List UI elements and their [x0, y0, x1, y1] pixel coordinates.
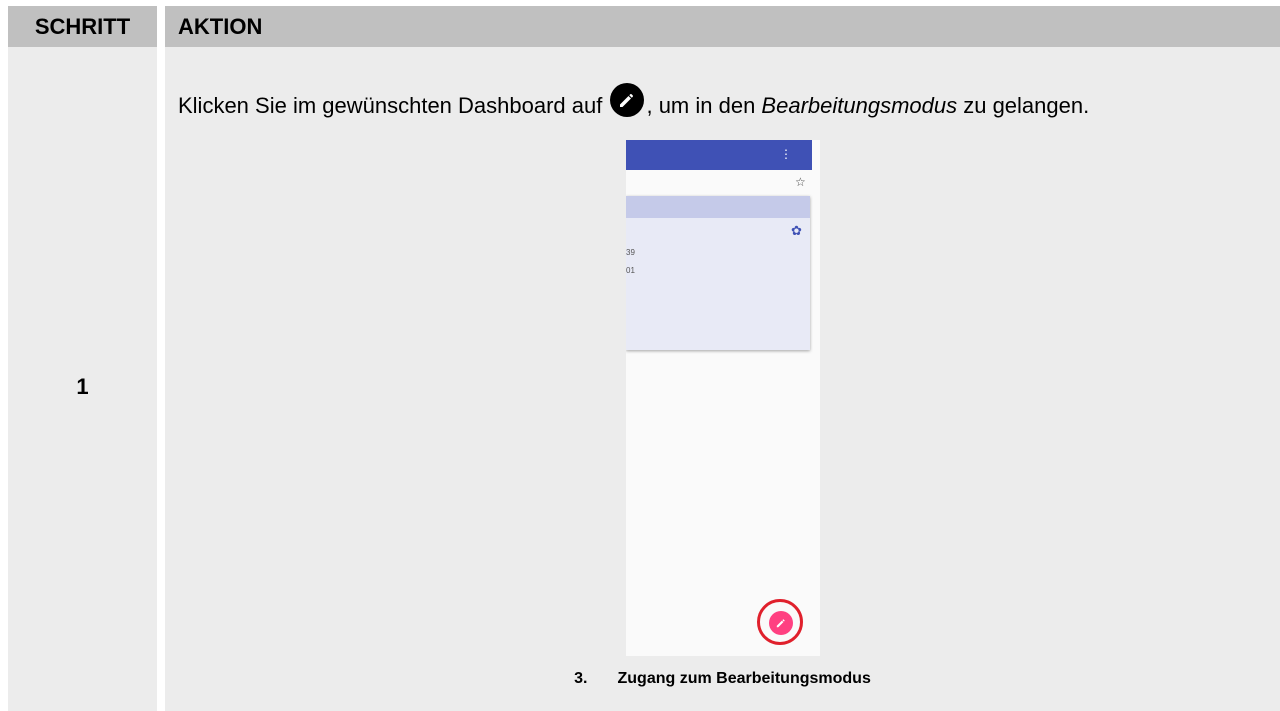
instruction-middle: , um in den — [646, 93, 762, 118]
more-menu-icon: ⋮ — [780, 147, 792, 161]
instruction-text: Klicken Sie im gewünschten Dashboard auf… — [178, 83, 1268, 119]
card-value: 39 — [626, 248, 635, 257]
caption-text: Zugang zum Bearbeitungsmodus — [617, 670, 871, 687]
figure-caption: 3. Zugang zum Bearbeitungsmodus — [165, 670, 1280, 688]
app-bar: ⋮ — [626, 140, 812, 170]
card-value: 01 — [626, 266, 635, 275]
column-divider — [157, 6, 165, 47]
gear-icon: ✿ — [791, 223, 802, 238]
step-cell: 1 — [8, 47, 157, 711]
caption-number: 3. — [574, 670, 588, 687]
instruction-after: zu gelangen. — [957, 93, 1090, 118]
action-cell: Klicken Sie im gewünschten Dashboard auf… — [165, 47, 1280, 711]
header-action: AKTION — [165, 6, 1280, 47]
dashboard-card: ✿ 39 01 — [626, 196, 810, 350]
dashboard-screenshot: ⋮ ☆ ✿ 39 01 — [626, 140, 820, 656]
instruction-emphasis: Bearbeitungsmodus — [761, 93, 958, 118]
column-divider — [157, 47, 165, 711]
pencil-icon — [610, 83, 645, 117]
edit-fab-button — [769, 611, 793, 635]
star-icon: ☆ — [795, 175, 806, 189]
instruction-before: Klicken Sie im gewünschten Dashboard auf — [178, 93, 609, 118]
header-step: SCHRITT — [8, 6, 157, 47]
card-header — [626, 196, 810, 218]
step-table: SCHRITT AKTION 1 Klicken Sie im gewünsch… — [8, 6, 1280, 711]
step-number: 1 — [76, 374, 89, 399]
